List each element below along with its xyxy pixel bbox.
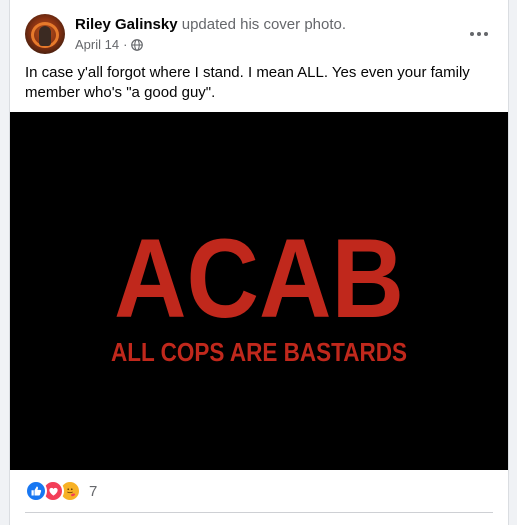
avatar-figure (39, 26, 51, 46)
post-date[interactable]: April 14 (75, 37, 119, 52)
globe-icon[interactable] (131, 38, 144, 51)
reaction-count[interactable]: 7 (89, 483, 97, 500)
post-meta: April 14 · (75, 37, 144, 52)
reaction-summary[interactable]: 7 (25, 480, 97, 502)
like-icon (25, 480, 47, 502)
cover-photo[interactable]: ACAB ALL COPS ARE BASTARDS (10, 112, 508, 470)
meta-separator: · (123, 37, 128, 52)
more-options-icon (469, 32, 490, 36)
photo-sub-text: ALL COPS ARE BASTARDS (111, 337, 407, 367)
more-options-button[interactable] (463, 18, 495, 50)
post-text: In case y'all forgot where I stand. I me… (25, 64, 470, 101)
photo-big-text: ACAB (114, 216, 404, 341)
author-name[interactable]: Riley Galinsky (75, 16, 178, 33)
post-card: Riley Galinsky updated his cover photo. … (9, 0, 509, 525)
post-header: Riley Galinsky updated his cover photo. … (25, 12, 495, 56)
avatar[interactable] (25, 14, 65, 54)
divider (25, 512, 493, 513)
post-action: updated his cover photo. (181, 16, 347, 33)
post-title-line: Riley Galinsky updated his cover photo. (75, 16, 346, 33)
